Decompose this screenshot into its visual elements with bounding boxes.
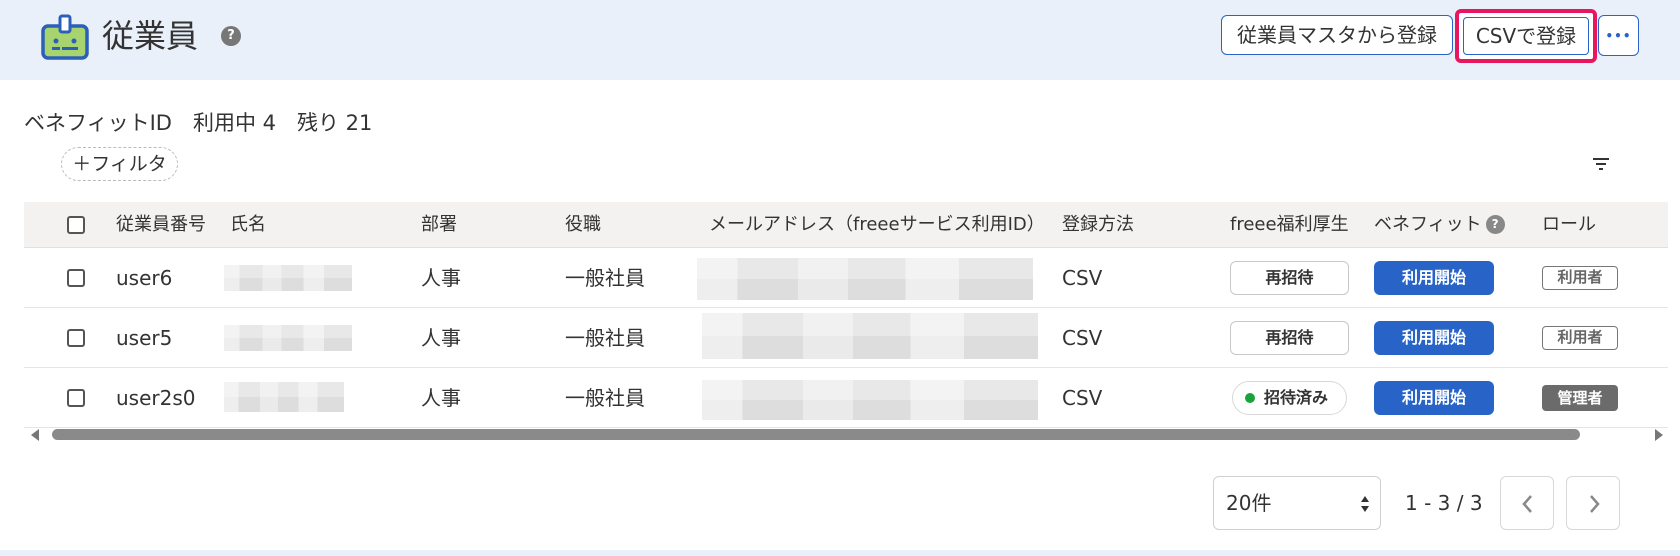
select-all-checkbox[interactable]	[67, 216, 85, 234]
scrollbar-thumb[interactable]	[52, 429, 1580, 440]
email-redacted	[702, 313, 1038, 359]
chevron-right-icon	[1590, 495, 1600, 513]
column-name[interactable]: 氏名	[230, 202, 266, 248]
employee-table: 従業員番号 氏名 部署 役職 メールアドレス（freeeサービス利用ID） 登録…	[24, 202, 1668, 428]
add-filter-button[interactable]: ＋フィルタ	[61, 147, 178, 181]
benefit-id-summary: ベネフィットID 利用中 4 残り 21	[24, 111, 373, 135]
page-title: 従業員	[102, 17, 199, 55]
column-registration[interactable]: 登録方法	[1062, 202, 1134, 248]
more-options-button[interactable]: •••	[1598, 15, 1639, 56]
column-department[interactable]: 部署	[421, 202, 457, 248]
department-cell: 人事	[421, 266, 461, 290]
invited-status-badge: 招待済み	[1232, 381, 1347, 415]
position-cell: 一般社員	[565, 326, 645, 350]
chevron-left-icon	[1522, 495, 1532, 513]
next-page-button[interactable]	[1566, 476, 1620, 530]
scroll-right-arrow-icon[interactable]	[1654, 429, 1664, 441]
horizontal-scrollbar[interactable]	[24, 427, 1668, 441]
email-redacted	[702, 380, 1038, 420]
select-arrows-icon	[1361, 496, 1369, 512]
register-csv-button[interactable]: CSVで登録	[1463, 17, 1589, 55]
employee-badge-icon	[41, 14, 89, 60]
department-cell: 人事	[421, 386, 461, 410]
department-cell: 人事	[421, 326, 461, 350]
name-redacted	[224, 325, 352, 351]
column-benefit-label: ベネフィット	[1374, 214, 1482, 235]
employee-list-card: ベネフィットID 利用中 4 残り 21 ＋フィルタ 従業員番号 氏名 部署 役…	[0, 80, 1680, 550]
role-badge: 利用者	[1542, 326, 1618, 350]
reinvite-button[interactable]: 再招待	[1230, 321, 1349, 355]
page-header: 従業員 ? 従業員マスタから登録 CSVで登録 •••	[0, 0, 1680, 80]
column-employee-no[interactable]: 従業員番号	[116, 202, 206, 248]
status-dot-icon	[1245, 393, 1255, 403]
column-email[interactable]: メールアドレス（freeeサービス利用ID）	[709, 202, 1045, 248]
register-from-master-button[interactable]: 従業員マスタから登録	[1221, 15, 1453, 55]
table-header: 従業員番号 氏名 部署 役職 メールアドレス（freeeサービス利用ID） 登録…	[24, 202, 1668, 248]
role-badge: 管理者	[1542, 385, 1618, 411]
previous-page-button[interactable]	[1500, 476, 1554, 530]
column-welfare[interactable]: freee福利厚生	[1230, 202, 1349, 248]
position-cell: 一般社員	[565, 266, 645, 290]
row-checkbox[interactable]	[67, 329, 85, 347]
registration-cell: CSV	[1062, 266, 1103, 290]
question-circle-icon[interactable]: ?	[1485, 214, 1505, 234]
column-role[interactable]: ロール	[1542, 202, 1596, 248]
registration-cell: CSV	[1062, 326, 1103, 350]
role-badge: 利用者	[1542, 266, 1618, 290]
name-redacted	[224, 382, 344, 412]
csv-register-highlight: CSVで登録	[1455, 9, 1597, 63]
per-page-value: 20件	[1226, 491, 1272, 515]
reinvite-button[interactable]: 再招待	[1230, 261, 1349, 295]
employee-no-cell: user5	[116, 326, 173, 350]
name-redacted	[224, 265, 352, 291]
per-page-select[interactable]: 20件	[1213, 476, 1381, 530]
row-checkbox[interactable]	[67, 389, 85, 407]
start-benefit-button[interactable]: 利用開始	[1374, 381, 1494, 415]
registration-cell: CSV	[1062, 386, 1103, 410]
position-cell: 一般社員	[565, 386, 645, 410]
email-redacted	[697, 258, 1033, 300]
row-checkbox[interactable]	[67, 269, 85, 287]
ellipsis-icon: •••	[1605, 29, 1632, 43]
table-row[interactable]: user2s0 人事 一般社員 CSV 招待済み 利用開始 管理者	[24, 368, 1668, 428]
pagination-range: 1 - 3 / 3	[1405, 491, 1483, 515]
invited-status-label: 招待済み	[1264, 388, 1329, 407]
table-row[interactable]: user6 人事 一般社員 CSV 再招待 利用開始 利用者	[24, 248, 1668, 308]
scroll-left-arrow-icon[interactable]	[30, 429, 40, 441]
start-benefit-button[interactable]: 利用開始	[1374, 261, 1494, 295]
filter-lines-icon[interactable]	[1592, 157, 1610, 171]
column-benefit[interactable]: ベネフィット?	[1374, 202, 1505, 248]
table-row[interactable]: user5 人事 一般社員 CSV 再招待 利用開始 利用者	[24, 308, 1668, 368]
question-circle-icon[interactable]: ?	[221, 26, 241, 46]
column-position[interactable]: 役職	[565, 202, 601, 248]
employee-no-cell: user2s0	[116, 386, 196, 410]
start-benefit-button[interactable]: 利用開始	[1374, 321, 1494, 355]
employee-no-cell: user6	[116, 266, 173, 290]
